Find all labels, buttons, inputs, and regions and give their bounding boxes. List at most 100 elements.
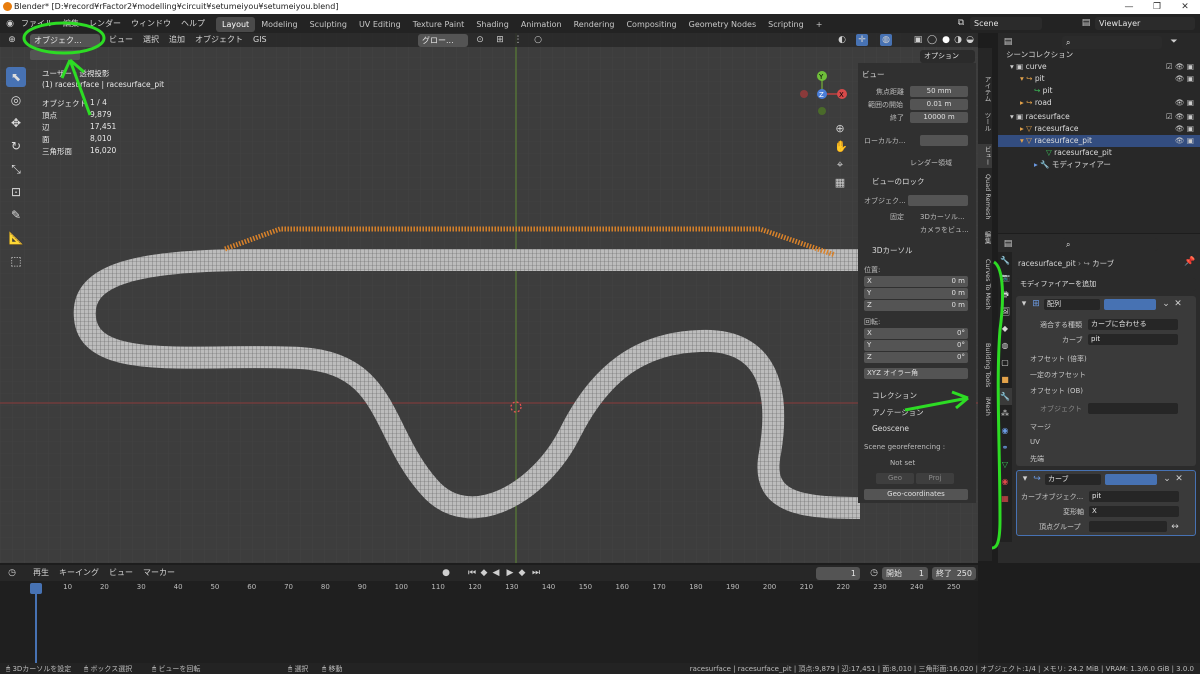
tab-texture-paint[interactable]: Texture Paint <box>407 17 471 32</box>
npanel-view-lock-header[interactable]: ビューのロック <box>872 176 925 187</box>
relative-offset-checkbox[interactable]: オフセット (倍率) <box>1030 354 1087 364</box>
menu-help[interactable]: ヘルプ <box>176 14 210 33</box>
camera-view-icon[interactable]: ⌖ <box>834 159 846 171</box>
collapse-array-icon[interactable]: ▾ <box>1018 298 1030 310</box>
outliner-row-racesurface-pit-mesh[interactable]: ▽ racesurface_pit <box>998 147 1200 159</box>
add-modifier-dropdown[interactable]: モディファイアーを追加 <box>1016 278 1196 291</box>
array-remove-icon[interactable]: ✕ <box>1172 298 1184 310</box>
tab-geometry-nodes[interactable]: Geometry Nodes <box>683 17 762 32</box>
rotate-tool-icon[interactable]: ↻ <box>6 136 26 156</box>
texture-properties-icon[interactable]: ▦ <box>998 490 1012 507</box>
vertex-group-field[interactable] <box>1089 521 1167 532</box>
properties-search[interactable]: ⌕ <box>1062 238 1158 251</box>
object-offset-checkbox[interactable]: オフセット (OB) <box>1030 386 1083 396</box>
jump-start-icon[interactable]: ⏮ <box>466 567 478 579</box>
ntab-building-tools[interactable]: Building Tools <box>978 342 992 388</box>
output-properties-icon[interactable]: 🖶 <box>998 286 1012 303</box>
tab-scripting[interactable]: Scripting <box>762 17 810 32</box>
transform-tool-icon[interactable]: ⊡ <box>6 182 26 202</box>
shading-material-icon[interactable]: ◑ <box>952 34 964 46</box>
viewport-menu-select[interactable]: 選択 <box>138 34 164 46</box>
3d-viewport[interactable]: ⊕ オブジェク... ビュー 選択 追加 オブジェクト GIS グロー... ⊙… <box>0 33 978 563</box>
ntab-curves-to-mesh[interactable]: Curves To Mesh <box>978 254 992 314</box>
jump-end-icon[interactable]: ⏭ <box>530 567 542 579</box>
options-dropdown[interactable]: オプション <box>920 50 975 63</box>
rotation-mode-dropdown[interactable]: XYZ オイラー角 <box>864 368 968 379</box>
timeline-menu-view[interactable]: ビュー <box>104 567 138 579</box>
end-frame-field[interactable]: 終了 250 <box>932 567 976 580</box>
clip-start-field[interactable]: 0.01 m <box>910 99 968 110</box>
overlay-toggle-icon[interactable]: ◍ <box>880 34 892 46</box>
deform-axis-dropdown[interactable]: X <box>1089 506 1179 517</box>
select-mode-buttons[interactable] <box>30 50 80 60</box>
tab-rendering[interactable]: Rendering <box>568 17 621 32</box>
playhead[interactable] <box>30 583 42 594</box>
invert-vgroup-icon[interactable]: ↔ <box>1169 521 1181 533</box>
object-properties-icon[interactable]: ■ <box>998 371 1012 388</box>
cursor-loc-z-field[interactable]: Z 0 m <box>864 300 968 311</box>
tab-shading[interactable]: Shading <box>470 17 515 32</box>
gizmo-toggle-icon[interactable]: ✛ <box>856 34 868 46</box>
menu-window[interactable]: ウィンドウ <box>126 14 176 33</box>
curve-remove-icon[interactable]: ✕ <box>1173 473 1185 485</box>
shading-rendered-icon[interactable]: ◒ <box>964 34 976 46</box>
lock-object-field[interactable] <box>908 195 968 206</box>
tab-uv-editing[interactable]: UV Editing <box>353 17 407 32</box>
ntab-imesh[interactable]: iMesh <box>978 394 992 418</box>
tab-animation[interactable]: Animation <box>515 17 568 32</box>
pan-hand-icon[interactable]: ✋ <box>834 141 848 153</box>
array-menu-icon[interactable]: ⌄ <box>1160 298 1172 310</box>
scale-tool-icon[interactable]: ⤡ <box>6 159 26 179</box>
pin-icon[interactable]: 📌 <box>1184 256 1196 268</box>
constraints-icon[interactable]: ⚭ <box>998 439 1012 456</box>
minimize-button[interactable]: — <box>1115 0 1143 14</box>
outliner-row-curve[interactable]: ▾ ▣ curve ☑ 👁 ▣ <box>998 61 1200 73</box>
geo-coordinates-button[interactable]: Geo-coordinates <box>864 489 968 500</box>
shading-solid-icon[interactable]: ● <box>940 34 952 46</box>
xray-icon[interactable]: ▣ <box>912 34 924 46</box>
close-button[interactable]: ✕ <box>1171 0 1199 14</box>
curve-menu-icon[interactable]: ⌄ <box>1161 473 1173 485</box>
next-keyframe-icon[interactable]: ◆ <box>516 567 528 579</box>
zoom-icon[interactable]: ⊕ <box>834 123 846 135</box>
snap-icon[interactable]: ⊞ <box>494 34 506 46</box>
outliner-type-icon[interactable]: ▤ <box>1002 36 1014 48</box>
play-reverse-icon[interactable]: ◀ <box>490 567 502 579</box>
curve-mod-name-field[interactable]: カーブ <box>1045 474 1101 485</box>
move-tool-icon[interactable]: ✥ <box>6 113 26 133</box>
physics-icon[interactable]: ◉ <box>998 422 1012 439</box>
viewport-menu-view[interactable]: ビュー <box>104 34 138 46</box>
curve-object-field[interactable]: pit <box>1089 491 1179 502</box>
outliner-search[interactable]: ⌕ <box>1062 36 1162 49</box>
play-icon[interactable]: ▶ <box>504 567 516 579</box>
fit-type-dropdown[interactable]: カーブに合わせる <box>1088 319 1178 330</box>
outliner-row-pit[interactable]: ▾ ↪ pit 👁 ▣ <box>998 73 1200 85</box>
material-properties-icon[interactable]: ◉ <box>998 473 1012 490</box>
tool-properties-icon[interactable]: 🔧 <box>998 252 1012 269</box>
geo-button[interactable]: Geo <box>876 473 914 484</box>
render-properties-icon[interactable]: 📷 <box>998 269 1012 286</box>
snap-target-icon[interactable]: ⋮ <box>512 34 524 46</box>
menu-edit[interactable]: 編集 <box>58 14 84 33</box>
filter-icon[interactable]: ⏷ <box>1168 36 1180 48</box>
menu-render[interactable]: レンダー <box>84 14 126 33</box>
blender-menu-icon[interactable]: ◉ <box>4 18 16 30</box>
timeline-type-icon[interactable]: ◷ <box>6 567 18 579</box>
pivot-icon[interactable]: ⊙ <box>474 34 486 46</box>
outliner-row-racesurface-pit[interactable]: ▾ ▽ racesurface_pit 👁 ▣ <box>998 135 1200 147</box>
viewport-menu-object[interactable]: オブジェクト <box>190 34 248 46</box>
navigation-gizmo[interactable]: Y X Z <box>796 69 852 119</box>
constant-offset-checkbox[interactable]: 一定のオフセット <box>1030 370 1086 380</box>
timeline-menu-playback[interactable]: 再生 <box>28 567 54 579</box>
tab-compositing[interactable]: Compositing <box>620 17 682 32</box>
ntab-quad-remesh[interactable]: Quad Remesh <box>978 172 992 222</box>
scene-selector[interactable]: Scene <box>970 17 1042 30</box>
array-uv-section[interactable]: UV <box>1030 438 1040 446</box>
viewlayer-selector[interactable]: ViewLayer <box>1095 17 1195 30</box>
scene-properties-icon[interactable]: ◆ <box>998 320 1012 337</box>
viewport-menu-add[interactable]: 追加 <box>164 34 190 46</box>
render-region-checkbox[interactable]: レンダー領域 <box>910 158 952 168</box>
outliner-row-racesurface-collection[interactable]: ▾ ▣ racesurface ☑ 👁 ▣ <box>998 111 1200 123</box>
outliner-scene-collection[interactable]: シーンコレクション <box>998 49 1200 61</box>
merge-checkbox[interactable]: マージ <box>1030 422 1051 432</box>
